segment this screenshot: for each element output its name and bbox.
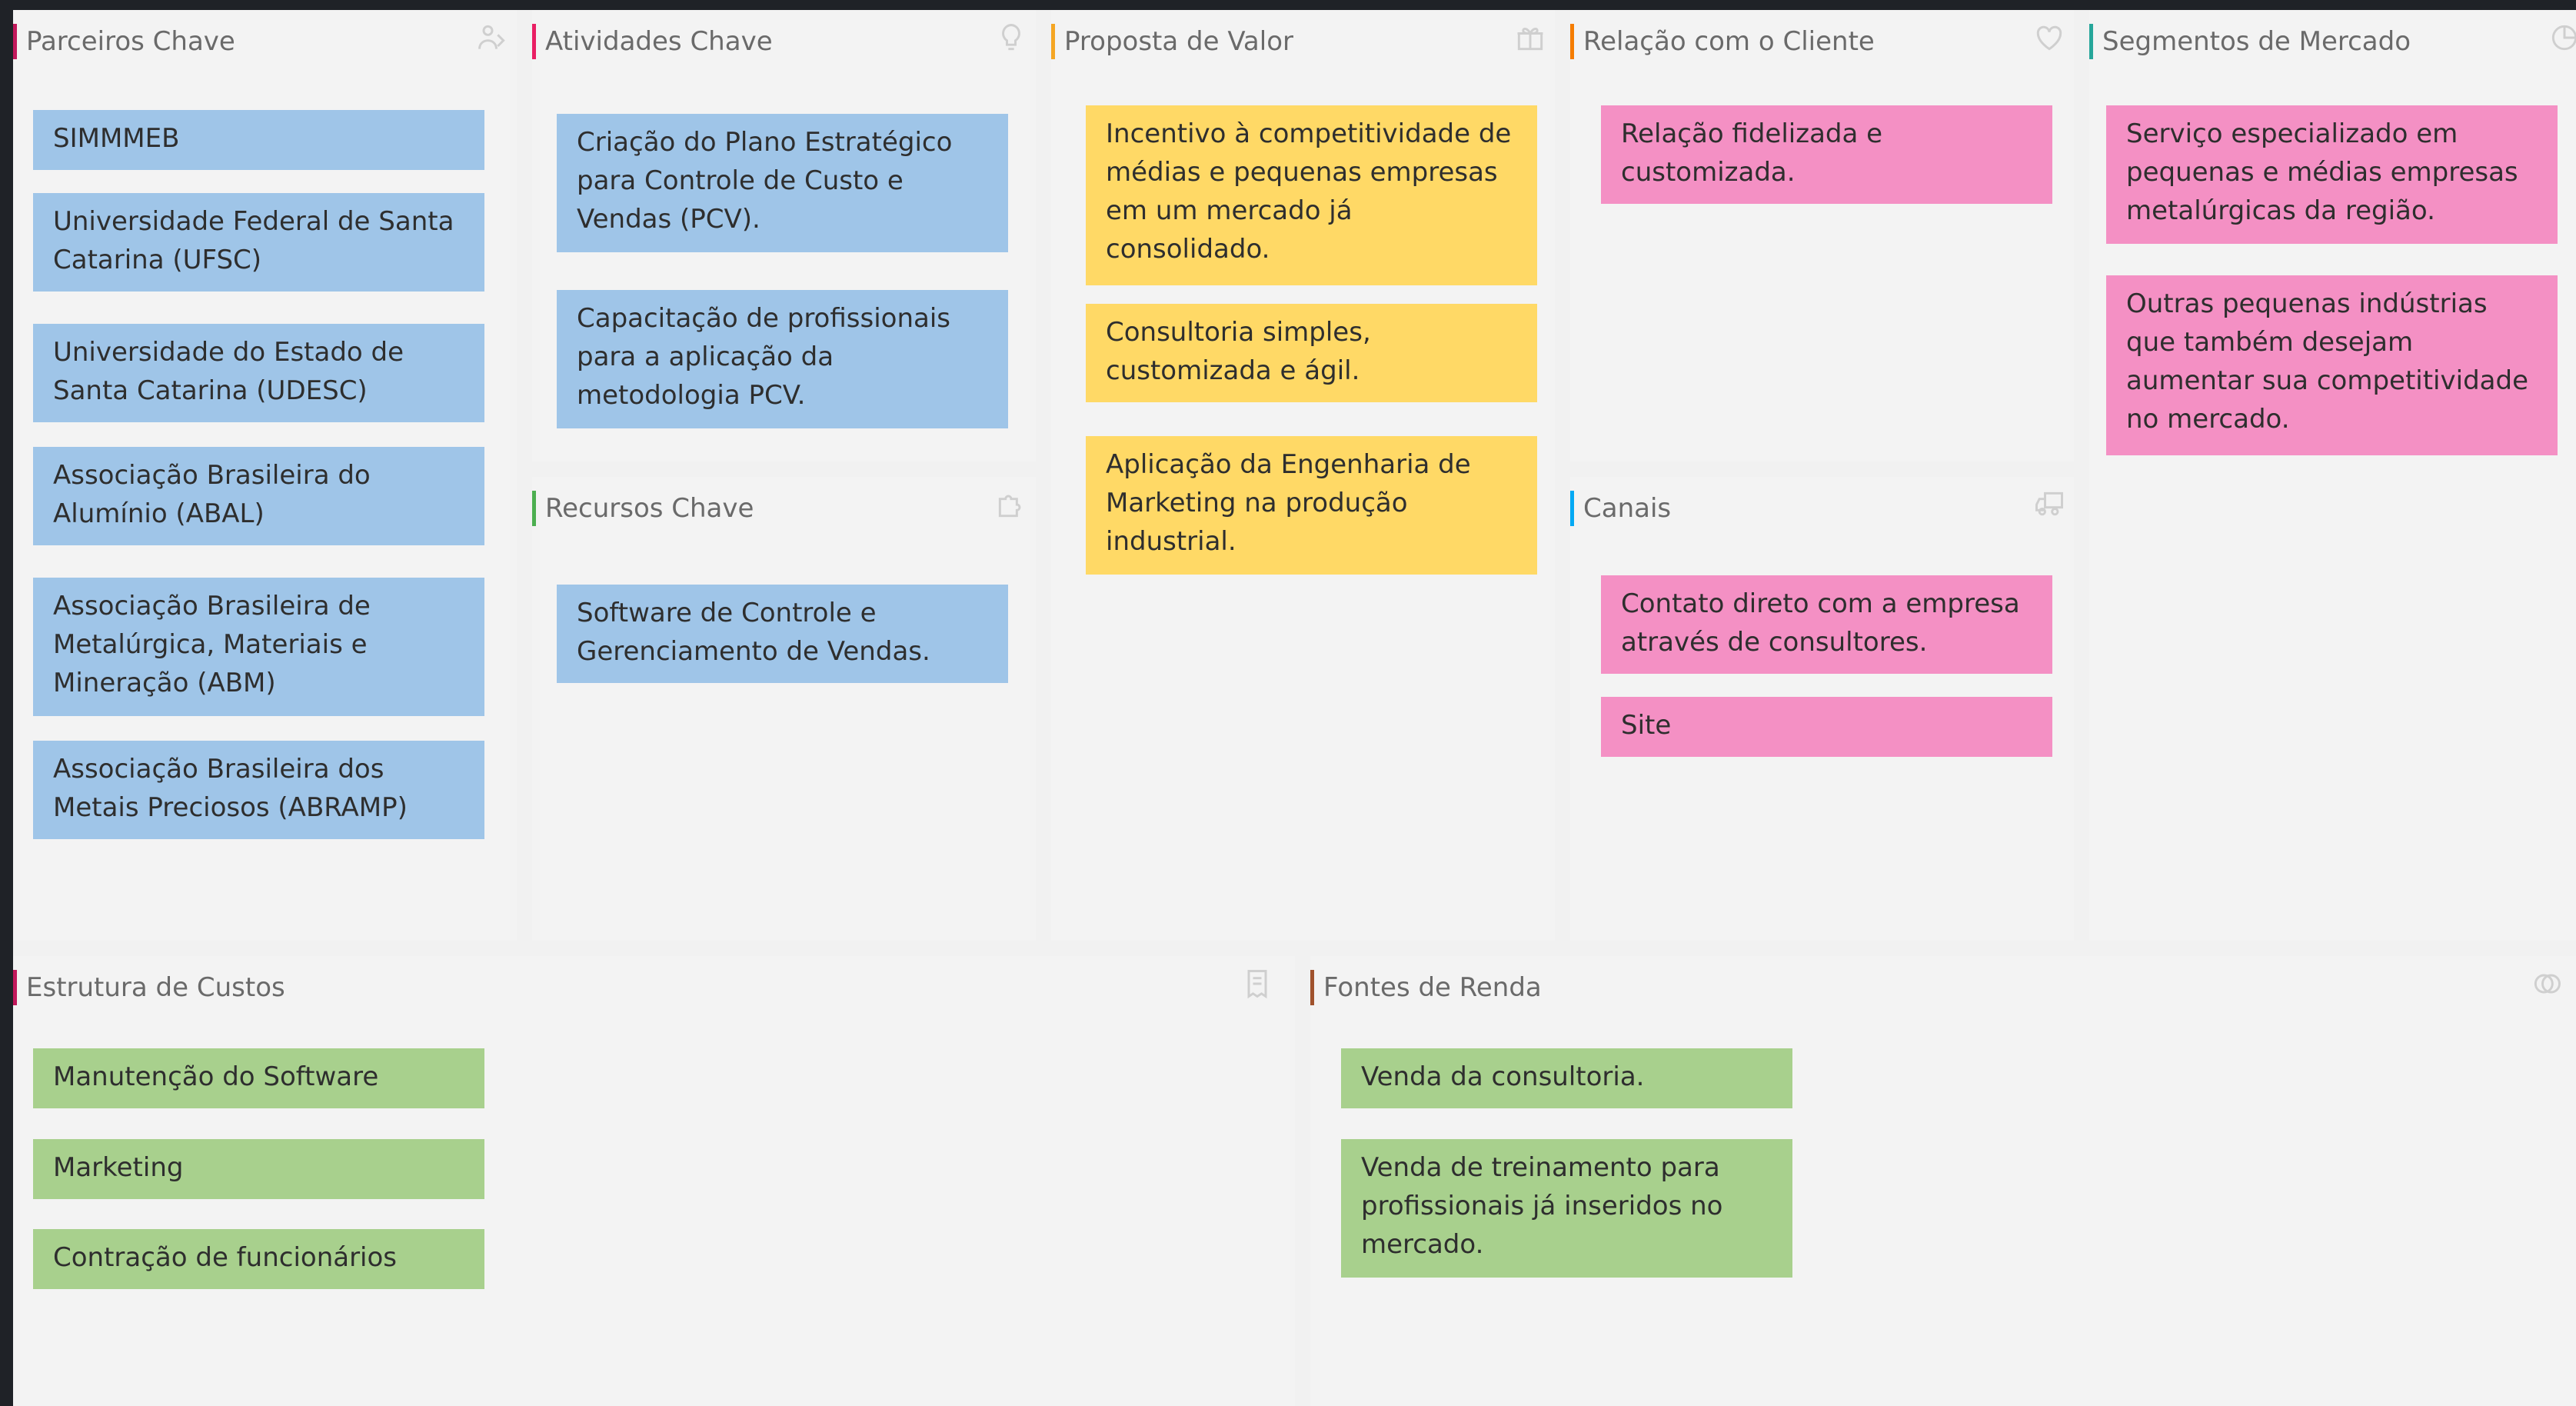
- sticky-note[interactable]: Venda da consultoria.: [1341, 1048, 1792, 1108]
- panel-revenue-streams: Fontes de Renda Venda da consultoria. Ve…: [1310, 956, 2576, 1406]
- panel-title: Proposta de Valor: [1064, 26, 1293, 57]
- pie-chart-icon: [2543, 16, 2576, 59]
- business-model-canvas: Parceiros Chave SIMMMEB Universidade Fed…: [13, 10, 2576, 1406]
- lightbulb-icon: [990, 16, 1033, 59]
- panel-header: Segmentos de Mercado: [2089, 24, 2411, 59]
- accent-bar: [13, 24, 17, 59]
- sticky-note[interactable]: Venda de treinamento para profissionais …: [1341, 1139, 1792, 1278]
- sticky-note[interactable]: Consultoria simples, customizada e ágil.: [1086, 304, 1537, 402]
- panel-key-activities: Atividades Chave Criação do Plano Estrat…: [532, 10, 1036, 461]
- sticky-note[interactable]: SIMMMEB: [33, 110, 484, 170]
- sticky-note[interactable]: Site: [1601, 697, 2052, 757]
- gift-icon: [1509, 16, 1552, 59]
- accent-bar: [532, 24, 536, 59]
- panel-header: Atividades Chave: [532, 24, 773, 59]
- accent-bar: [13, 970, 17, 1005]
- panel-title: Relação com o Cliente: [1583, 26, 1875, 57]
- sticky-note[interactable]: Outras pequenas indústrias que também de…: [2106, 275, 2558, 455]
- accent-bar: [1570, 491, 1574, 526]
- sticky-note[interactable]: Incentivo à competitividade de médias e …: [1086, 105, 1537, 285]
- panel-header: Parceiros Chave: [13, 24, 235, 59]
- panel-key-partners: Parceiros Chave SIMMMEB Universidade Fed…: [13, 10, 517, 941]
- panel-title: Estrutura de Custos: [26, 972, 285, 1003]
- sticky-note[interactable]: Relação fidelizada e customizada.: [1601, 105, 2052, 204]
- sticky-note[interactable]: Universidade Federal de Santa Catarina (…: [33, 193, 484, 292]
- sticky-note[interactable]: Manutenção do Software: [33, 1048, 484, 1108]
- link-icon: [471, 16, 514, 59]
- heart-icon: [2028, 16, 2071, 59]
- sticky-note[interactable]: Serviço especializado em pequenas e médi…: [2106, 105, 2558, 244]
- sticky-note[interactable]: Contração de funcionários: [33, 1229, 484, 1289]
- panel-channels: Canais Contato direto com a empresa atra…: [1570, 477, 2074, 941]
- sticky-note[interactable]: Associação Brasileira de Metalúrgica, Ma…: [33, 578, 484, 716]
- panel-cost-structure: Estrutura de Custos Manutenção do Softwa…: [13, 956, 1295, 1406]
- panel-customer-relationships: Relação com o Cliente Relação fidelizada…: [1570, 10, 2074, 461]
- panel-title: Atividades Chave: [545, 26, 773, 57]
- panel-header: Fontes de Renda: [1310, 970, 1542, 1005]
- sticky-note[interactable]: Software de Controle e Gerenciamento de …: [557, 585, 1008, 683]
- sticky-note[interactable]: Contato direto com a empresa através de …: [1601, 575, 2052, 674]
- sticky-note[interactable]: Associação Brasileira dos Metais Precios…: [33, 741, 484, 839]
- panel-header: Estrutura de Custos: [13, 970, 285, 1005]
- sticky-note[interactable]: Aplicação da Engenharia de Marketing na …: [1086, 436, 1537, 575]
- accent-bar: [1570, 24, 1574, 59]
- panel-title: Segmentos de Mercado: [2102, 26, 2411, 57]
- panel-header: Relação com o Cliente: [1570, 24, 1875, 59]
- truck-icon: [2028, 483, 2071, 526]
- panel-header: Proposta de Valor: [1051, 24, 1293, 59]
- panel-header: Canais: [1570, 491, 1671, 526]
- accent-bar: [1310, 970, 1314, 1005]
- panel-title: Fontes de Renda: [1323, 972, 1542, 1003]
- puzzle-icon: [990, 483, 1033, 526]
- panel-customer-segments: Segmentos de Mercado Serviço especializa…: [2089, 10, 2576, 941]
- panel-title: Recursos Chave: [545, 493, 754, 524]
- panel-title: Canais: [1583, 493, 1672, 524]
- accent-bar: [532, 491, 536, 526]
- panel-value-proposition: Proposta de Valor Incentivo à competitiv…: [1051, 10, 1555, 941]
- panel-header: Recursos Chave: [532, 491, 754, 526]
- sticky-note[interactable]: Universidade do Estado de Santa Catarina…: [33, 324, 484, 422]
- sticky-note[interactable]: Marketing: [33, 1139, 484, 1199]
- accent-bar: [2089, 24, 2093, 59]
- sticky-note[interactable]: Criação do Plano Estratégico para Contro…: [557, 114, 1008, 252]
- sticky-note[interactable]: Associação Brasileira do Alumínio (ABAL): [33, 447, 484, 545]
- accent-bar: [1051, 24, 1055, 59]
- receipt-icon: [1236, 962, 1279, 1005]
- sticky-note[interactable]: Capacitação de profissionais para a apli…: [557, 290, 1008, 428]
- money-icon: [2525, 962, 2568, 1005]
- panel-title: Parceiros Chave: [26, 26, 235, 57]
- panel-key-resources: Recursos Chave Software de Controle e Ge…: [532, 477, 1036, 941]
